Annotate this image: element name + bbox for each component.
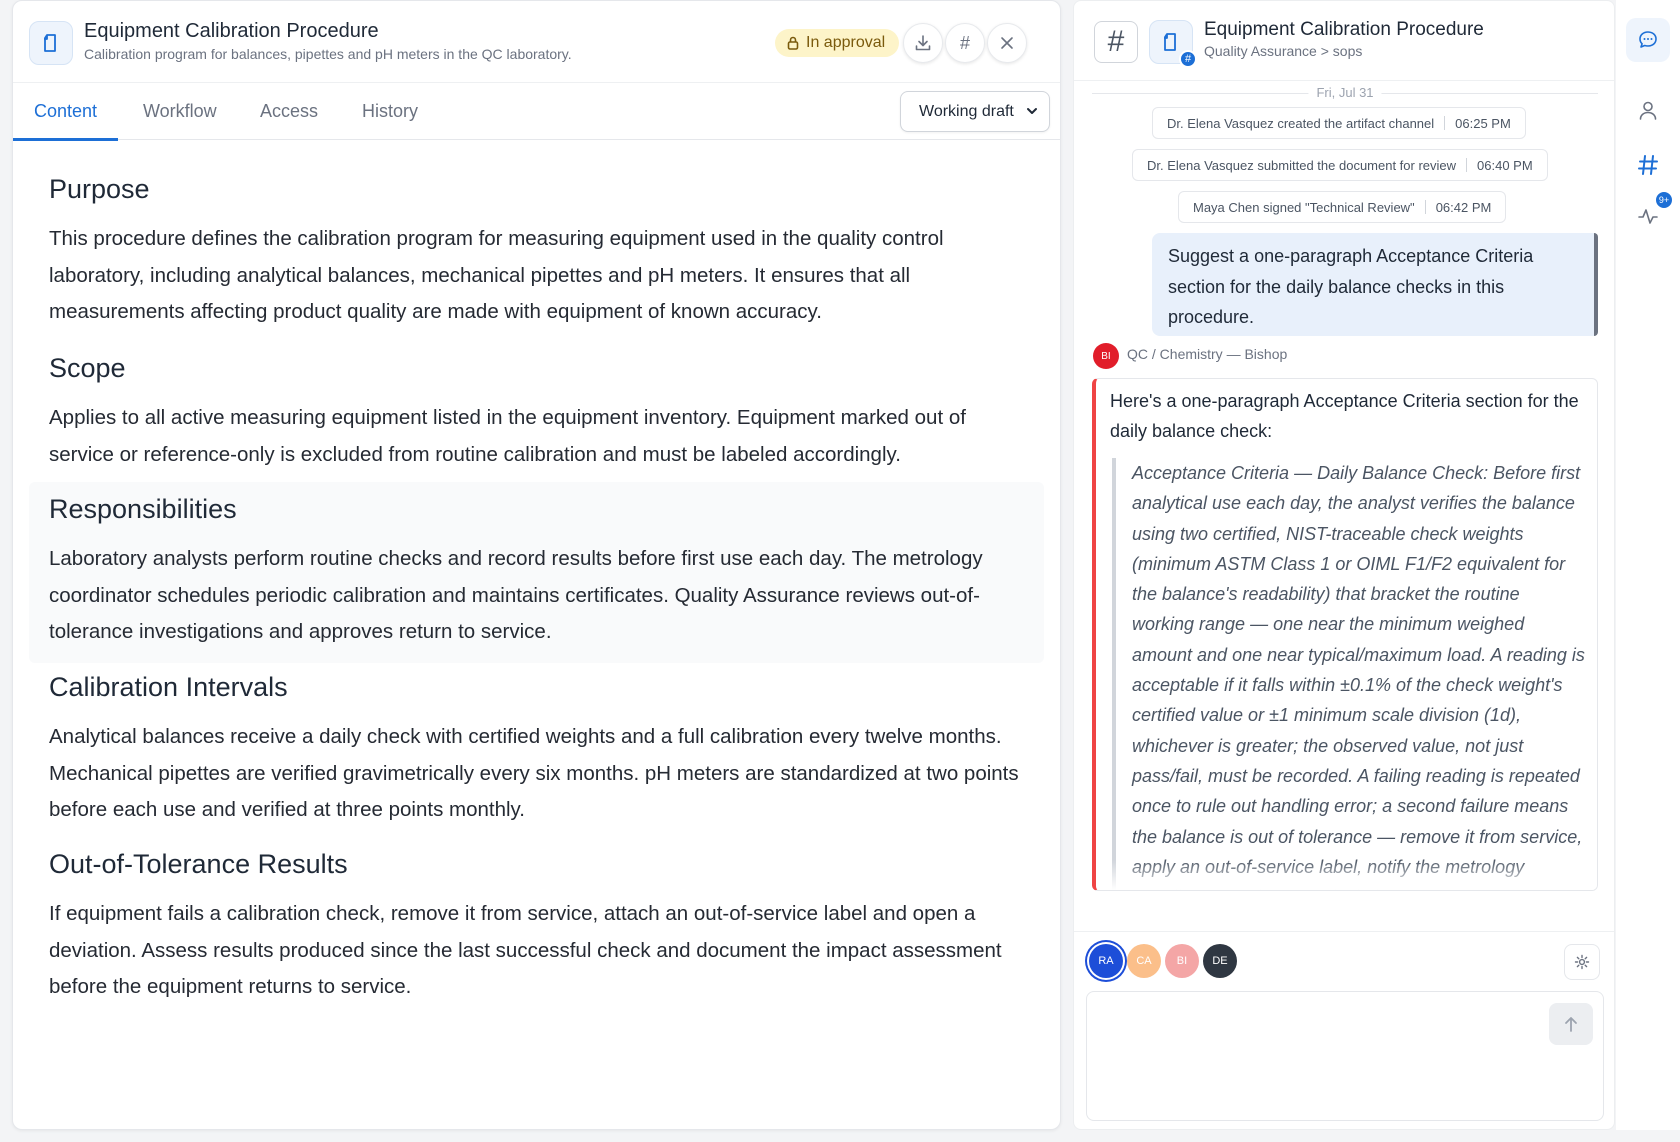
participant-avatar[interactable]: BI — [1165, 944, 1199, 978]
section-heading: Purpose — [49, 174, 150, 204]
download-icon — [915, 35, 931, 51]
channel-title: Equipment Calibration Procedure — [1204, 19, 1484, 40]
version-select[interactable]: Working draft — [900, 91, 1050, 132]
section-calibration-intervals: Calibration Intervals Analytical balance… — [29, 669, 1044, 829]
chevron-down-icon — [1027, 108, 1037, 114]
document-title: Equipment Calibration Procedure — [84, 20, 379, 42]
section-body: Applies to all active measuring equipmen… — [49, 406, 966, 466]
date-divider: Fri, Jul 31 — [1092, 85, 1598, 101]
status-badge: In approval — [775, 29, 900, 57]
document-panel: Equipment Calibration Procedure Calibrat… — [12, 0, 1061, 1130]
system-event-time: 06:40 PM — [1477, 157, 1533, 173]
document-header: Equipment Calibration Procedure Calibrat… — [13, 1, 1060, 83]
hash-icon: # — [1107, 25, 1125, 58]
side-rail: 9+ — [1616, 0, 1680, 1130]
system-event-text: Dr. Elena Vasquez submitted the document… — [1147, 157, 1457, 173]
tab-access[interactable]: Access — [260, 83, 318, 140]
channel-button[interactable]: # — [945, 23, 985, 63]
section-body: Analytical balances receive a daily chec… — [49, 725, 1019, 821]
close-button[interactable] — [987, 23, 1027, 63]
close-icon — [1001, 37, 1013, 49]
user-icon — [1639, 101, 1657, 120]
send-button[interactable] — [1549, 1003, 1593, 1045]
channel-hash-button[interactable]: # — [1094, 21, 1138, 63]
rail-chat-button[interactable] — [1626, 18, 1670, 62]
hash-icon: # — [959, 32, 970, 53]
date-label: Fri, Jul 31 — [1308, 85, 1382, 100]
assistant-message: Here's a one-paragraph Acceptance Criter… — [1092, 378, 1598, 891]
section-body: This procedure defines the calibration p… — [49, 227, 944, 323]
system-event-time: 06:42 PM — [1435, 199, 1492, 215]
lock-icon — [787, 36, 799, 50]
section-out-of-tolerance: Out-of-Tolerance Results If equipment fa… — [29, 846, 1044, 1006]
assistant-message-intro: Here's a one-paragraph Acceptance Criter… — [1110, 391, 1579, 441]
avatar: BI — [1093, 343, 1119, 369]
section-body: Laboratory analysts perform routine chec… — [49, 547, 983, 643]
system-event-text: Maya Chen signed "Technical Review" — [1193, 199, 1415, 215]
rail-hash-button[interactable] — [1626, 143, 1670, 187]
rail-activity-button[interactable] — [1626, 194, 1670, 238]
section-body: If equipment fails a calibration check, … — [49, 902, 1002, 998]
tab-content[interactable]: Content — [13, 83, 119, 141]
system-event: Dr. Elena Vasquez created the artifact c… — [1152, 107, 1526, 139]
channel-panel: # # Equipment Calibration Procedure Qual… — [1073, 0, 1615, 1130]
tab-history[interactable]: History — [362, 83, 418, 140]
section-scope: Scope Applies to all active measuring eq… — [29, 350, 1044, 473]
tab-workflow[interactable]: Workflow — [143, 83, 217, 140]
rail-user-button[interactable] — [1626, 88, 1670, 132]
section-responsibilities: Responsibilities Laboratory analysts per… — [29, 482, 1044, 663]
section-heading: Out-of-Tolerance Results — [49, 849, 348, 879]
sender-name: QC / Chemistry — Bishop — [1127, 346, 1288, 362]
gear-icon — [1574, 954, 1590, 970]
section-heading: Calibration Intervals — [49, 672, 288, 702]
participant-avatar[interactable]: DE — [1203, 944, 1237, 978]
system-event-time: 06:25 PM — [1455, 115, 1511, 131]
section-heading: Scope — [49, 353, 126, 383]
participant-avatar[interactable]: CA — [1127, 944, 1161, 978]
document-icon — [29, 21, 73, 65]
download-button[interactable] — [903, 23, 943, 63]
activity-icon — [1638, 209, 1658, 224]
system-event: Dr. Elena Vasquez submitted the document… — [1132, 149, 1548, 181]
system-event-text: Dr. Elena Vasquez created the artifact c… — [1167, 115, 1435, 131]
arrow-up-icon — [1565, 1017, 1577, 1032]
document-subtitle: Calibration program for balances, pipett… — [84, 46, 572, 62]
breadcrumb: Quality Assurance > sops — [1204, 43, 1363, 59]
channel-badge-icon: # — [1179, 50, 1197, 68]
section-purpose: Purpose This procedure defines the calib… — [29, 171, 1044, 331]
hash-icon — [1638, 155, 1658, 175]
system-event: Maya Chen signed "Technical Review" 06:4… — [1178, 191, 1507, 223]
assistant-message-quote: Acceptance Criteria — Daily Balance Chec… — [1112, 458, 1597, 890]
version-select-value: Working draft — [919, 102, 1014, 120]
channel-document-icon: # — [1149, 20, 1197, 68]
section-heading: Responsibilities — [49, 494, 237, 524]
channel-header: # # Equipment Calibration Procedure Qual… — [1074, 1, 1614, 81]
settings-button[interactable] — [1564, 944, 1600, 980]
tab-bar: Content Workflow Access History Working … — [13, 83, 1060, 141]
participant-avatar[interactable]: RA — [1089, 944, 1123, 978]
chat-icon — [1639, 31, 1657, 48]
message-input[interactable] — [1086, 991, 1604, 1121]
status-badge-label: In approval — [806, 34, 886, 51]
user-message: Suggest a one-paragraph Acceptance Crite… — [1152, 233, 1598, 336]
